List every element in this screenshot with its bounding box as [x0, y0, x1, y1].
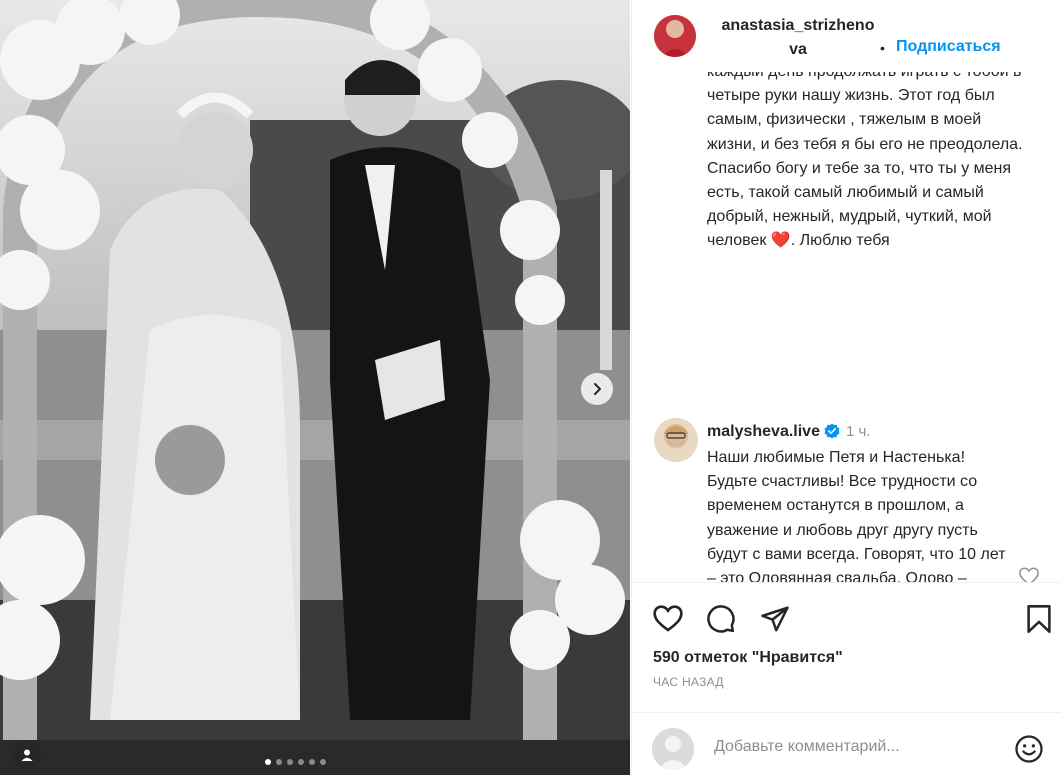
post-header: anastasia_strizhenova • Подписаться	[632, 0, 1061, 72]
post-caption: каждый день продолжать играть с тобой в …	[707, 72, 1023, 250]
heart-icon	[653, 605, 683, 632]
carousel-next-button[interactable]	[581, 373, 613, 405]
comment-input[interactable]	[712, 737, 996, 757]
carousel-dot	[298, 759, 304, 765]
user-icon	[21, 749, 33, 761]
share-icon	[761, 606, 789, 632]
emoji-icon	[1015, 735, 1043, 763]
tagged-users-button[interactable]	[13, 741, 41, 769]
current-user-avatar	[652, 728, 694, 770]
comment-header: malysheva.live 1 ч.	[707, 420, 870, 447]
add-comment-bar	[632, 712, 1061, 776]
chevron-right-icon	[594, 383, 601, 395]
commenter-username[interactable]: malysheva.live	[707, 423, 820, 440]
post-photo[interactable]	[0, 0, 630, 775]
emoji-button[interactable]	[1014, 734, 1044, 769]
post-side-panel: anastasia_strizhenova • Подписаться кажд…	[631, 0, 1061, 775]
commenter-avatar[interactable]	[654, 418, 698, 462]
follow-button[interactable]: Подписаться	[896, 38, 1001, 56]
carousel-dot	[265, 759, 271, 765]
comment-button[interactable]	[706, 604, 736, 639]
author-avatar-image	[654, 15, 696, 57]
comment-like-button[interactable]	[1018, 566, 1040, 582]
author-username[interactable]: anastasia_strizhenova	[718, 14, 878, 62]
comment-time[interactable]: 1 ч.	[846, 423, 871, 440]
default-avatar-icon	[652, 728, 694, 770]
header-separator: •	[880, 40, 885, 56]
action-bar	[632, 582, 1061, 633]
author-avatar[interactable]	[654, 15, 696, 57]
carousel-dot	[320, 759, 326, 765]
share-button[interactable]	[760, 604, 790, 639]
carousel-dot	[309, 759, 315, 765]
verified-badge-icon	[824, 423, 840, 447]
carousel-dot	[276, 759, 282, 765]
commenter-avatar-image	[654, 418, 698, 462]
likes-count[interactable]: 590 отметок "Нравится"	[653, 649, 843, 667]
post-timestamp[interactable]: ЧАС НАЗАД	[653, 675, 724, 689]
comment-icon	[707, 605, 735, 633]
carousel-indicator	[265, 759, 326, 765]
like-button[interactable]	[652, 603, 684, 638]
save-button[interactable]	[1026, 604, 1052, 639]
comments-section[interactable]: каждый день продолжать играть с тобой в …	[632, 72, 1061, 582]
bookmark-icon	[1027, 605, 1051, 633]
comment-text: Наши любимые Петя и Настенька! Будьте сч…	[707, 449, 1006, 582]
wedding-photo	[0, 0, 630, 775]
heart-outline-icon	[1019, 567, 1039, 582]
carousel-dot	[287, 759, 293, 765]
